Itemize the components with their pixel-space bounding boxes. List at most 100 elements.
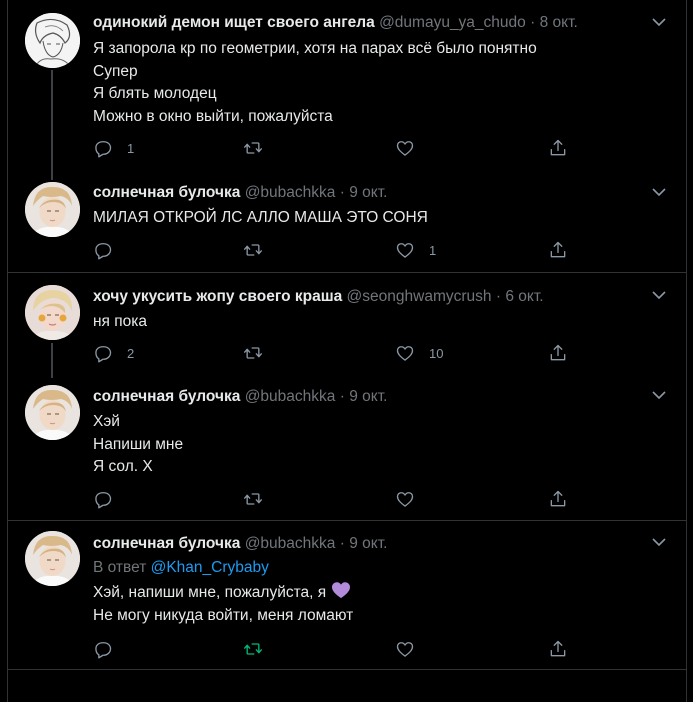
retweet-button[interactable]	[243, 137, 277, 159]
tweet-line: Супер	[93, 62, 138, 80]
share-icon	[550, 344, 566, 361]
display-name[interactable]: солнечная булочка	[93, 184, 240, 201]
tweet-date[interactable]: 9 окт.	[349, 535, 387, 552]
thread-line	[51, 343, 53, 378]
share-button[interactable]	[548, 638, 568, 660]
tweet-header: хочу укусить жопу своего краша @seonghwa…	[93, 287, 544, 307]
reply-icon	[95, 141, 112, 158]
tweet-line: МИЛАЯ ОТКРОЙ ЛС АЛЛО МАША ЭТО СОНЯ	[93, 209, 428, 226]
chevron-down-icon[interactable]	[652, 17, 666, 27]
tweet-line: Я запорола кр по геометрии, хотя на пара…	[93, 40, 537, 57]
retweet-button[interactable]	[243, 239, 277, 261]
tweet-line: Хэй	[93, 413, 120, 430]
avatar[interactable]	[25, 13, 80, 68]
like-icon	[396, 141, 414, 156]
tweet-header: солнечная булочка @bubachkka · 9 окт.	[93, 534, 387, 554]
tweet-text: МИЛАЯ ОТКРОЙ ЛС АЛЛО МАША ЭТО СОНЯ	[93, 207, 428, 230]
tweet[interactable]: хочу укусить жопу своего краша @seonghwa…	[8, 273, 686, 378]
share-button[interactable]	[548, 137, 568, 159]
retweet-button[interactable]	[243, 638, 277, 660]
separator-dot: ·	[530, 14, 536, 31]
action-bar	[93, 488, 593, 510]
share-button[interactable]	[548, 239, 568, 261]
tweet-line: Не могу никуда войти, меня ломают	[93, 606, 354, 624]
retweet-button[interactable]	[243, 488, 277, 510]
tweet-text: ня пока	[93, 311, 147, 334]
reply-button[interactable]	[93, 239, 127, 261]
display-name[interactable]: одинокий демон ищет своего ангела	[93, 14, 375, 31]
retweet-button[interactable]	[243, 342, 277, 364]
separator-dot: ·	[339, 388, 345, 405]
action-bar: 2 10	[93, 342, 593, 364]
divider	[8, 669, 686, 670]
reply-button[interactable]	[93, 488, 127, 510]
tweet-header: солнечная булочка @bubachkka · 9 окт.	[93, 183, 387, 203]
retweet-icon	[244, 493, 262, 505]
action-bar	[93, 638, 593, 660]
user-handle[interactable]: @bubachkka	[245, 388, 336, 405]
avatar[interactable]	[25, 385, 80, 440]
share-button[interactable]	[548, 488, 568, 510]
action-bar: 1	[93, 239, 593, 261]
reply-icon	[95, 346, 112, 363]
tweet[interactable]: солнечная булочка @bubachkka · 9 окт. В …	[8, 521, 686, 669]
like-button[interactable]: 10	[395, 342, 443, 364]
tweet[interactable]: одинокий демон ищет своего ангела @dumay…	[8, 0, 686, 180]
reply-button[interactable]	[93, 638, 127, 660]
chevron-down-icon[interactable]	[652, 187, 666, 197]
tweet-text: Хэй, напиши мне, пожалуйста, я Не могу н…	[93, 581, 353, 627]
like-button[interactable]	[395, 638, 429, 660]
reply-count: 1	[127, 140, 135, 156]
share-button[interactable]	[548, 342, 568, 364]
user-handle[interactable]: @bubachkka	[245, 184, 336, 201]
display-name[interactable]: солнечная булочка	[93, 388, 240, 405]
tweet-date[interactable]: 9 окт.	[349, 184, 387, 201]
like-button[interactable]	[395, 137, 429, 159]
chevron-down-icon[interactable]	[652, 390, 666, 400]
share-icon	[550, 139, 566, 156]
like-icon	[396, 243, 414, 258]
user-handle[interactable]: @seonghwamycrush	[347, 288, 492, 305]
reply-icon	[95, 492, 112, 509]
like-button[interactable]	[395, 488, 429, 510]
timeline: одинокий демон ищет своего ангела @dumay…	[7, 0, 687, 702]
separator-dot: ·	[339, 184, 345, 201]
avatar[interactable]	[25, 285, 80, 340]
chevron-down-icon[interactable]	[652, 290, 666, 300]
reply-button[interactable]: 1	[93, 137, 134, 159]
tweet-text: Я запорола кр по геометрии, хотя на пара…	[93, 38, 537, 128]
tweet-line: Хэй, напиши мне, пожалуйста, я	[93, 581, 353, 605]
like-button[interactable]: 1	[395, 239, 436, 261]
tweet[interactable]: солнечная булочка @bubachkka · 9 окт. МИ…	[8, 180, 686, 273]
thread-line	[51, 70, 53, 180]
avatar[interactable]	[25, 182, 80, 237]
reply-user-link[interactable]: @Khan_Crybaby	[151, 559, 269, 576]
tweet[interactable]: солнечная булочка @bubachkka · 9 окт. Хэ…	[8, 378, 686, 520]
retweet-icon	[244, 142, 262, 154]
display-name[interactable]: солнечная булочка	[93, 535, 240, 552]
share-icon	[550, 490, 566, 507]
display-name[interactable]: хочу укусить жопу своего краша	[93, 288, 342, 305]
retweet-icon	[244, 643, 262, 655]
separator-dot: ·	[339, 535, 345, 552]
tweet-line: Я сол. Х	[93, 458, 153, 475]
reply-button[interactable]: 2	[93, 342, 134, 364]
user-handle[interactable]: @dumayu_ya_chudo	[379, 14, 526, 31]
like-icon	[396, 492, 414, 507]
user-handle[interactable]: @bubachkka	[245, 535, 336, 552]
tweet-line: Можно в окно выйти, пожалуйста	[93, 107, 333, 125]
retweet-icon	[244, 347, 262, 359]
avatar[interactable]	[25, 531, 80, 586]
tweet-date[interactable]: 9 окт.	[349, 388, 387, 405]
tweet-header: солнечная булочка @bubachkka · 9 окт.	[93, 387, 387, 407]
reply-prefix: В ответ	[93, 559, 147, 576]
purple-heart-icon	[331, 582, 350, 599]
like-count: 10	[429, 345, 444, 361]
tweet-text: Хэй Напиши мне Я сол. Х	[93, 411, 183, 479]
chevron-down-icon[interactable]	[652, 537, 666, 547]
reply-context: В ответ @Khan_Crybaby	[93, 559, 269, 577]
share-icon	[550, 241, 566, 258]
tweet-date[interactable]: 6 окт.	[505, 288, 543, 305]
separator-dot: ·	[495, 288, 501, 305]
tweet-date[interactable]: 8 окт.	[540, 14, 578, 31]
